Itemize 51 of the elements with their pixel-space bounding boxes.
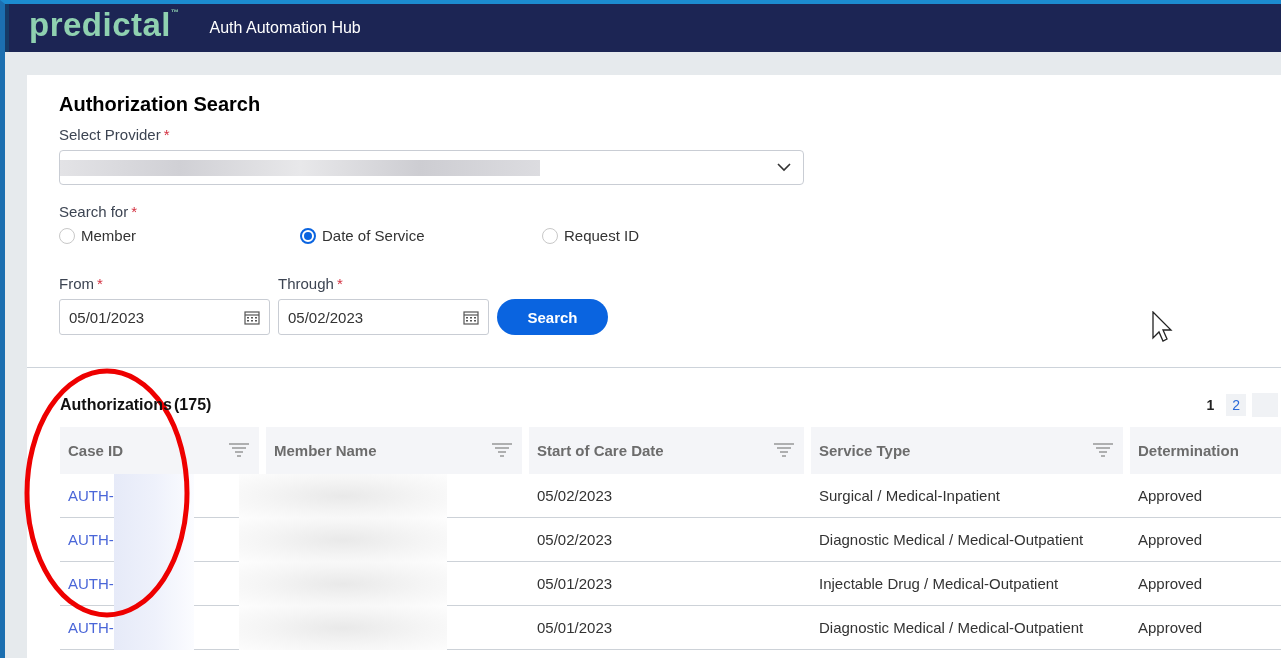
filter-icon [774, 441, 794, 460]
page-title: Authorization Search [59, 93, 262, 116]
mouse-pointer-icon [1152, 311, 1174, 343]
field-label: Select Provider [59, 126, 161, 143]
required-mark: * [131, 203, 138, 220]
result-count: (175) [174, 396, 212, 414]
calendar-icon [463, 309, 479, 325]
table-cell: 05/02/2023 [537, 531, 613, 548]
page-link[interactable]: 1 [1200, 394, 1221, 416]
chevron-down-icon [777, 163, 791, 172]
field-label: Through [278, 275, 334, 292]
provider-select[interactable] [59, 150, 804, 185]
required-mark: * [97, 275, 103, 292]
search-button[interactable]: Search [497, 299, 608, 335]
table-cell: Diagnostic Medical / Medical-Outpatient [819, 619, 1084, 636]
table-cell: 05/01/2023 [537, 619, 613, 636]
case-id-link[interactable]: AUTH- [68, 575, 114, 592]
field-label: From [59, 275, 94, 292]
date-field[interactable]: 05/02/2023 [278, 299, 489, 335]
table-cell: Approved [1138, 531, 1203, 548]
table-cell: Injectable Drug / Medical-Outpatient [819, 575, 1059, 592]
radio-label: Request ID [564, 227, 640, 244]
field-label: Search for [59, 203, 129, 220]
page-link[interactable]: 2 [1226, 394, 1246, 416]
case-id-link[interactable]: AUTH- [68, 531, 114, 548]
column-header[interactable]: Case ID [60, 427, 259, 474]
radio-label: Date of Service [322, 227, 425, 244]
table-cell: 05/02/2023 [537, 487, 613, 504]
filter-icon [492, 441, 512, 460]
column-header[interactable]: Member Name [266, 427, 522, 474]
column-header[interactable]: Determination [1130, 427, 1281, 474]
radio-label: Member [81, 227, 136, 244]
filter-icon [1093, 441, 1113, 460]
column-header[interactable]: Start of Care Date [529, 427, 804, 474]
date-field[interactable]: 05/01/2023 [59, 299, 270, 335]
table-cell: Surgical / Medical-Inpatient [819, 487, 1000, 504]
required-mark: * [336, 275, 343, 292]
column-header[interactable]: Service Type [811, 427, 1123, 474]
case-id-link[interactable]: AUTH- [68, 619, 114, 636]
table-cell: Diagnostic Medical / Medical-Outpatient [819, 531, 1084, 548]
radio-button[interactable] [300, 227, 316, 244]
app-title: Auth Automation Hub [209, 19, 361, 37]
required-mark: * [163, 126, 170, 143]
table-cell: Approved [1138, 619, 1203, 636]
calendar-icon [244, 309, 260, 325]
table-cell: Approved [1138, 575, 1203, 592]
case-id-link[interactable]: AUTH- [68, 487, 114, 504]
logo: predictal$^{™}$ [29, 6, 180, 44]
table-cell: 05/01/2023 [537, 575, 613, 592]
table-cell: Approved [1138, 487, 1203, 504]
filter-icon [229, 441, 249, 460]
